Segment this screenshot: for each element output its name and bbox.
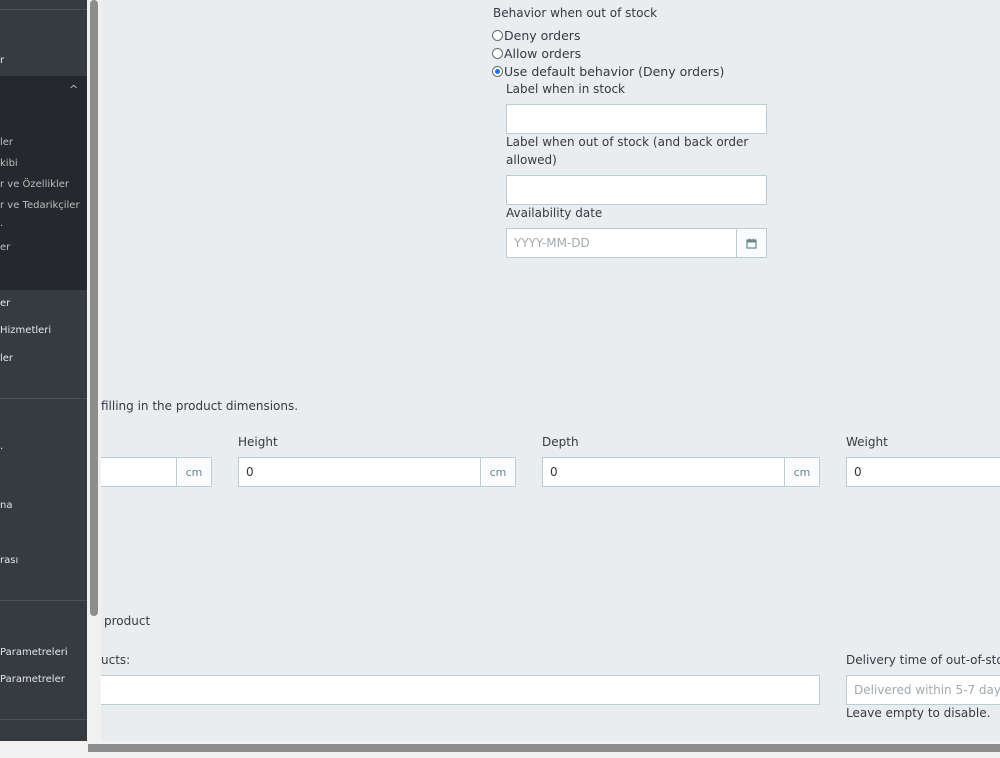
weight-label: Weight <box>846 435 888 449</box>
behavior-label: Behavior when out of stock <box>493 6 658 20</box>
sidebar-item[interactable]: er <box>0 298 10 309</box>
sidebar-item[interactable]: . <box>0 441 3 452</box>
radio-button[interactable] <box>492 48 503 59</box>
sidebar-item[interactable]: r <box>0 55 4 66</box>
vertical-scrollbar-thumb[interactable] <box>90 0 98 616</box>
leave-empty-hint: Leave empty to disable. <box>846 706 991 720</box>
height-label: Height <box>238 435 278 449</box>
sidebar-subitem[interactable]: r ve Tedarikçiler <box>0 200 80 211</box>
radio-label[interactable]: Use default behavior (Deny orders) <box>504 64 724 79</box>
sidebar-subitem[interactable]: er <box>0 242 10 253</box>
width-input[interactable] <box>101 457 177 487</box>
sidebar-subitem[interactable]: ler <box>0 137 13 148</box>
sidebar-subitem[interactable]: kibi <box>0 158 18 169</box>
product-text: product <box>104 614 151 628</box>
radio-default-behavior[interactable]: Use default behavior (Deny orders) <box>492 64 724 79</box>
label-in-stock-input[interactable] <box>506 104 767 134</box>
calendar-icon <box>746 238 757 249</box>
weight-input[interactable]: 0 <box>846 457 1000 487</box>
height-unit: cm <box>480 457 516 487</box>
radio-allow-orders[interactable]: Allow orders <box>492 46 581 61</box>
products-label: ucts: <box>101 653 131 667</box>
label-out-of-stock-input[interactable] <box>506 175 767 205</box>
horizontal-scrollbar[interactable] <box>0 741 1000 758</box>
sidebar-divider <box>0 9 87 10</box>
sidebar-item[interactable]: Parametreler <box>0 674 65 685</box>
availability-date-label: Availability date <box>506 206 603 220</box>
width-unit: cm <box>176 457 212 487</box>
radio-button-checked[interactable] <box>492 66 503 77</box>
label-out-of-stock: Label when out of stock (and back order <box>506 135 749 149</box>
chevron-up-icon[interactable]: ^ <box>69 83 78 96</box>
label-out-of-stock-cont: allowed) <box>506 153 557 167</box>
sidebar-item[interactable]: Hizmetleri <box>0 325 51 336</box>
availability-date-input[interactable]: YYYY-MM-DD <box>506 228 737 258</box>
calendar-button[interactable] <box>736 228 767 258</box>
radio-deny-orders[interactable]: Deny orders <box>492 28 580 43</box>
radio-button[interactable] <box>492 30 503 41</box>
delivery-oos-input[interactable]: Delivered within 5-7 days <box>846 675 1000 705</box>
sidebar: r ^ ler kibi r ve Özellikler r ve Tedari… <box>0 0 87 741</box>
sidebar-item[interactable]: Parametreleri <box>0 647 68 658</box>
delivery-oos-label: Delivery time of out-of-stock <box>846 653 1000 667</box>
sidebar-divider <box>0 719 87 720</box>
dimensions-hint: filling in the product dimensions. <box>101 399 299 413</box>
horizontal-scrollbar-thumb[interactable] <box>88 744 1000 752</box>
radio-label[interactable]: Deny orders <box>504 28 580 43</box>
label-in-stock: Label when in stock <box>506 82 626 96</box>
vertical-scrollbar[interactable] <box>87 0 101 741</box>
depth-label: Depth <box>542 435 579 449</box>
sidebar-subitem[interactable]: . <box>0 218 3 229</box>
sidebar-divider <box>0 600 87 601</box>
delivery-in-stock-input[interactable] <box>101 675 820 705</box>
sidebar-subitem[interactable]: r ve Özellikler <box>0 179 69 190</box>
sidebar-item[interactable]: ler <box>0 353 13 364</box>
sidebar-item[interactable]: rası <box>0 555 18 566</box>
depth-unit: cm <box>784 457 820 487</box>
sidebar-divider <box>0 398 87 399</box>
sidebar-item[interactable]: na <box>0 500 12 511</box>
height-input[interactable]: 0 <box>238 457 481 487</box>
depth-input[interactable]: 0 <box>542 457 785 487</box>
radio-label[interactable]: Allow orders <box>504 46 581 61</box>
